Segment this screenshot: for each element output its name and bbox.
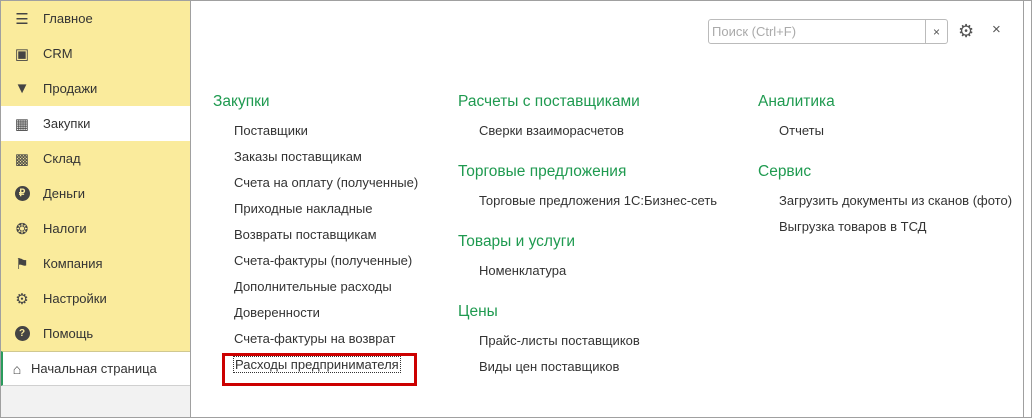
sidebar-item-2[interactable]: ▼ Продажи bbox=[1, 71, 190, 106]
section-group: Аналитика Отчеты bbox=[758, 93, 1012, 149]
sidebar-item-label: Налоги bbox=[43, 221, 87, 236]
nav-link-label: Счета-фактуры (полученные) bbox=[234, 253, 413, 268]
column-suppliers: Расчеты с поставщиками Сверки взаиморасче… bbox=[458, 93, 717, 399]
sidebar: ☰ Главное ▣ CRM ▼ Продажи ▦ Закупки ▩ Склад ₽ Деньг… bbox=[1, 1, 191, 417]
sidebar-item-7[interactable]: ⚑ Компания bbox=[1, 246, 190, 281]
nav-link[interactable]: Виды цен поставщиков bbox=[458, 359, 717, 385]
search-input[interactable] bbox=[709, 20, 925, 43]
nav-link-label: Торговые предложения 1С:Бизнес-сеть bbox=[479, 193, 718, 208]
sidebar-item-9[interactable]: ? Помощь bbox=[1, 316, 190, 351]
nav-link-label: Виды цен поставщиков bbox=[479, 359, 620, 374]
cart-icon: ▦ bbox=[14, 115, 30, 133]
sidebar-item-label: Продажи bbox=[43, 81, 98, 96]
section-group: Торговые предложения Торговые предложения… bbox=[458, 163, 717, 219]
nav-link[interactable]: Загрузить документы из сканов (фото) bbox=[758, 193, 1012, 219]
sidebar-item-5[interactable]: ₽ Деньги bbox=[1, 176, 190, 211]
column-analytics: Аналитика Отчеты Сервис Загрузить документы… bbox=[758, 93, 1012, 259]
nav-link[interactable]: Выгрузка товаров в ТСД bbox=[758, 219, 1012, 245]
sidebar-item-label: Главное bbox=[43, 11, 93, 26]
nav-link-label: Номенклатура bbox=[479, 263, 567, 278]
nav-link[interactable]: Счета на оплату (полученные) bbox=[213, 175, 418, 201]
contact-card-icon: ▣ bbox=[14, 45, 30, 63]
nav-link[interactable]: Прайс-листы поставщиков bbox=[458, 333, 717, 359]
section-title: Аналитика bbox=[758, 93, 835, 110]
gear-icon: ⚙ bbox=[15, 290, 29, 308]
section-title: Цены bbox=[458, 303, 498, 320]
nav-link-label: Счета-фактуры на возврат bbox=[234, 331, 396, 346]
sidebar-item-label: Компания bbox=[43, 256, 103, 271]
warehouse-icon: ▩ bbox=[14, 150, 30, 168]
section-group: Цены Прайс-листы поставщиков Виды цен пост… bbox=[458, 303, 717, 385]
section-title: Расчеты с поставщиками bbox=[458, 93, 640, 110]
nav-link-label: Выгрузка товаров в ТСД bbox=[779, 219, 927, 234]
main-panel: × ⚙ × Закупки Поставщики Заказы поставщика… bbox=[192, 1, 1024, 417]
flag-icon: ⚑ bbox=[15, 255, 29, 273]
ruble-icon: ₽ bbox=[1, 186, 43, 201]
sidebar-item-8[interactable]: ⚙ Настройки bbox=[1, 281, 190, 316]
section-group: Расчеты с поставщиками Сверки взаиморасче… bbox=[458, 93, 717, 149]
nav-link[interactable]: Номенклатура bbox=[458, 263, 717, 289]
sidebar-home[interactable]: ⌂ Начальная страница bbox=[1, 351, 190, 386]
settings-gear-icon[interactable]: ⚙ bbox=[958, 21, 974, 42]
nav-link[interactable]: Поставщики bbox=[213, 123, 418, 149]
nav-link-label: Поставщики bbox=[234, 123, 308, 138]
nav-link-label: Счета на оплату (полученные) bbox=[234, 175, 419, 190]
nav-link[interactable]: Дополнительные расходы bbox=[213, 279, 418, 305]
basket-icon: ▼ bbox=[14, 80, 30, 97]
home-icon: ⌂ bbox=[12, 360, 22, 377]
section-title: Сервис bbox=[758, 163, 812, 180]
nav-link[interactable]: Расходы предпринимателя bbox=[213, 353, 418, 386]
section-group: Товары и услуги Номенклатура bbox=[458, 233, 717, 289]
sidebar-item-label: Деньги bbox=[43, 186, 85, 201]
nav-link[interactable]: Сверки взаиморасчетов bbox=[458, 123, 717, 149]
section-title: Товары и услуги bbox=[458, 233, 576, 250]
section-title: Торговые предложения bbox=[458, 163, 627, 180]
nav-link[interactable]: Торговые предложения 1С:Бизнес-сеть bbox=[458, 193, 717, 219]
help-icon: ? bbox=[1, 326, 43, 341]
sidebar-item-label: CRM bbox=[43, 46, 73, 61]
nav-link-label: Прайс-листы поставщиков bbox=[479, 333, 640, 348]
eagle-icon: ❂ bbox=[15, 220, 29, 238]
section-group: Закупки Поставщики Заказы поставщикам Счета… bbox=[213, 93, 418, 386]
nav-link-label: Дополнительные расходы bbox=[234, 279, 392, 294]
nav-link-label: Возвраты поставщикам bbox=[234, 227, 377, 242]
nav-link[interactable]: Доверенности bbox=[213, 305, 418, 331]
nav-link[interactable]: Приходные накладные bbox=[213, 201, 418, 227]
sidebar-item-4[interactable]: ▩ Склад bbox=[1, 141, 190, 176]
nav-link-label: Отчеты bbox=[779, 123, 824, 138]
home-label: Начальная страница bbox=[31, 361, 157, 376]
section-title: Закупки bbox=[213, 93, 270, 110]
sidebar-item-0[interactable]: ☰ Главное bbox=[1, 1, 190, 36]
sidebar-item-label: Склад bbox=[43, 151, 81, 166]
menu-icon: ☰ bbox=[15, 10, 29, 28]
search-box: × bbox=[708, 19, 948, 44]
nav-link-label: Расходы предпринимателя bbox=[233, 356, 401, 373]
clear-search-button[interactable]: × bbox=[925, 20, 947, 43]
close-icon[interactable]: × bbox=[992, 21, 1001, 38]
nav-link-label: Заказы поставщикам bbox=[234, 149, 362, 164]
section-group: Сервис Загрузить документы из сканов (фот… bbox=[758, 163, 1012, 245]
sidebar-item-3[interactable]: ▦ Закупки bbox=[1, 106, 190, 141]
nav-link[interactable]: Возвраты поставщикам bbox=[213, 227, 418, 253]
nav-link[interactable]: Счета-фактуры (полученные) bbox=[213, 253, 418, 279]
sidebar-item-6[interactable]: ❂ Налоги bbox=[1, 211, 190, 246]
sidebar-item-1[interactable]: ▣ CRM bbox=[1, 36, 190, 71]
nav-link-label: Приходные накладные bbox=[234, 201, 373, 216]
nav-link-label: Сверки взаиморасчетов bbox=[479, 123, 624, 138]
nav-link[interactable]: Заказы поставщикам bbox=[213, 149, 418, 175]
sidebar-item-label: Закупки bbox=[43, 116, 91, 131]
column-purchases: Закупки Поставщики Заказы поставщикам Счета… bbox=[213, 93, 418, 397]
sidebar-item-label: Настройки bbox=[43, 291, 107, 306]
nav-link-label: Загрузить документы из сканов (фото) bbox=[779, 193, 1013, 208]
nav-link[interactable]: Отчеты bbox=[758, 123, 1012, 149]
sidebar-item-label: Помощь bbox=[43, 326, 94, 341]
nav-link-label: Доверенности bbox=[234, 305, 320, 320]
